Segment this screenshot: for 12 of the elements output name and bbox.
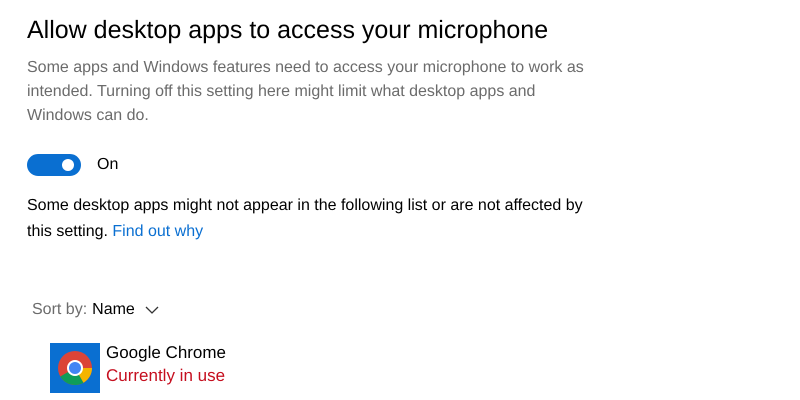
- sort-dropdown[interactable]: Name: [92, 301, 159, 319]
- chevron-down-icon: [144, 306, 159, 314]
- toggle-label: On: [97, 156, 118, 174]
- page-title: Allow desktop apps to access your microphone: [27, 15, 550, 46]
- note-text: Some desktop apps might not appear in the following list or are not affected by this setting. Find out why: [27, 196, 584, 242]
- sort-label: Sort by:: [32, 301, 88, 319]
- toggle-switch[interactable]: [27, 154, 81, 176]
- description-text: Some apps and Windows features need to access your microphone to work as intended. Turning off this setting here might limit what desktop apps and Windows can do.: [27, 58, 585, 126]
- app-status: Currently in use: [106, 365, 226, 387]
- app-icon: [50, 343, 100, 393]
- find-out-why-link[interactable]: Find out why: [112, 223, 204, 240]
- app-name: Google Chrome: [106, 342, 226, 364]
